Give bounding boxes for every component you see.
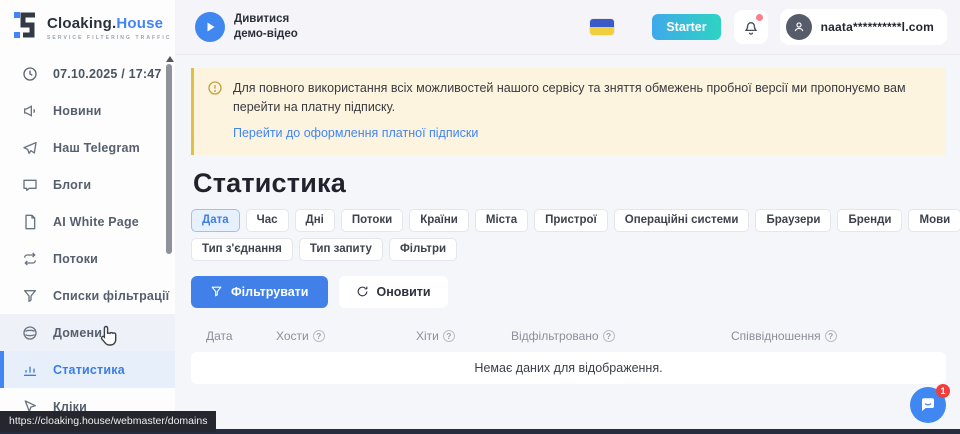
tab-browsers[interactable]: Браузери (755, 209, 831, 232)
tab-days[interactable]: Дні (295, 209, 335, 232)
column-date: Дата (191, 329, 276, 343)
megaphone-icon (22, 103, 38, 119)
tab-connection-type[interactable]: Тип з'єднання (191, 238, 293, 261)
sidebar-scrollbar[interactable] (165, 55, 174, 429)
scrollbar-thumb[interactable] (166, 64, 172, 254)
sync-icon (22, 251, 38, 267)
tab-request-type[interactable]: Тип запиту (299, 238, 383, 261)
help-icon[interactable]: ? (443, 330, 455, 342)
chat-bubble-icon (22, 177, 38, 193)
chat-icon (919, 396, 937, 414)
sidebar-item-telegram[interactable]: Наш Telegram (0, 129, 175, 166)
sidebar-item-ai-white-page[interactable]: AI White Page (0, 203, 175, 240)
tab-countries[interactable]: Країни (409, 209, 469, 232)
column-filtered: Відфільтровано ? (511, 329, 731, 343)
logo-tagline: SERVICE FILTERING TRAFFIC (47, 35, 172, 41)
sidebar-item-news[interactable]: Новини (0, 92, 175, 129)
language-flag-ukraine[interactable] (590, 19, 614, 35)
link-status-bar: https://cloaking.house/webmaster/domains (0, 411, 216, 432)
column-ratio: Співвідношення ? (731, 329, 946, 343)
avatar (786, 14, 812, 40)
help-icon[interactable]: ? (603, 330, 615, 342)
plan-badge[interactable]: Starter (652, 14, 720, 40)
tab-cities[interactable]: Міста (475, 209, 528, 232)
app-window: Cloaking.House SERVICE FILTERING TRAFFIC… (0, 0, 960, 434)
demo-video-play-button[interactable] (195, 12, 225, 42)
notifications-button[interactable] (734, 10, 768, 44)
mouse-pointer-icon (100, 325, 118, 352)
refresh-icon (356, 285, 369, 298)
sidebar-item-flows[interactable]: Потоки (0, 240, 175, 277)
help-icon[interactable]: ? (313, 330, 325, 342)
tab-time[interactable]: Час (246, 209, 289, 232)
stats-tabs-row-2: Тип з'єднання Тип запиту Фільтри (191, 238, 946, 261)
trial-warning-banner: Для повного використання всіх можливосте… (191, 68, 946, 155)
sidebar-item-blogs[interactable]: Блоги (0, 166, 175, 203)
filter-button[interactable]: Фільтрувати (191, 276, 328, 308)
demo-video-label[interactable]: Дивитися демо-відео (234, 12, 298, 42)
funnel-icon (22, 288, 38, 304)
user-account-button[interactable]: naata**********l.com (780, 9, 947, 45)
tab-operating-systems[interactable]: Операційні системи (614, 209, 750, 232)
telegram-icon (22, 140, 38, 156)
globe-icon (22, 325, 38, 341)
tab-date[interactable]: Дата (191, 209, 240, 232)
help-icon[interactable]: ? (825, 330, 837, 342)
actions-row: Фільтрувати Оновити (191, 276, 946, 308)
subscribe-link[interactable]: Перейти до оформлення платної підписки (233, 126, 478, 140)
logo-icon (13, 10, 39, 45)
chat-widget-button[interactable]: 1 (910, 387, 946, 423)
stats-tabs-row-1: Дата Час Дні Потоки Країни Міста Пристро… (191, 209, 946, 232)
tab-brands[interactable]: Бренди (837, 209, 902, 232)
tab-devices[interactable]: Пристрої (534, 209, 608, 232)
top-header: Дивитися демо-відео Starter naata*******… (175, 0, 960, 55)
scroll-up-icon[interactable] (166, 56, 174, 62)
column-hits: Хіти ? (416, 329, 511, 343)
sidebar-item-filter-lists[interactable]: Списки фільтрації (0, 277, 175, 314)
sidebar-nav: 07.10.2025 / 17:47 Новини Наш Telegram Б… (0, 55, 175, 425)
logo-text: Cloaking.House (47, 15, 163, 32)
banner-text: Для повного використання всіх можливосте… (233, 79, 930, 117)
filter-icon (210, 285, 223, 298)
bell-icon (742, 18, 760, 36)
page-title: Статистика (193, 168, 946, 199)
chat-unread-badge: 1 (936, 384, 950, 398)
page-icon (22, 214, 38, 230)
column-hosts: Хости ? (276, 329, 416, 343)
tab-flows[interactable]: Потоки (341, 209, 403, 232)
sidebar: Cloaking.House SERVICE FILTERING TRAFFIC… (0, 0, 175, 434)
notification-dot (756, 14, 763, 21)
bar-chart-icon (22, 362, 38, 378)
content-area: Для повного використання всіх можливосте… (175, 55, 960, 434)
play-icon (204, 21, 216, 33)
tab-languages[interactable]: Мови (908, 209, 960, 232)
person-icon (792, 20, 806, 34)
tab-filters[interactable]: Фільтри (389, 238, 457, 261)
clock-icon (22, 66, 38, 82)
table-header: Дата Хости ? Хіти ? Відфільтровано ? Спі… (191, 323, 946, 349)
sidebar-item-statistics[interactable]: Статистика (0, 351, 175, 388)
warning-icon (207, 80, 223, 142)
empty-table-message: Немає даних для відображення. (191, 352, 946, 384)
logo[interactable]: Cloaking.House SERVICE FILTERING TRAFFIC (0, 0, 175, 55)
main-column: Дивитися демо-відео Starter naata*******… (175, 0, 960, 434)
sidebar-datetime: 07.10.2025 / 17:47 (0, 55, 175, 92)
sidebar-item-domains[interactable]: Домени (0, 314, 175, 351)
refresh-button[interactable]: Оновити (339, 276, 448, 308)
user-email: naata**********l.com (821, 20, 934, 34)
